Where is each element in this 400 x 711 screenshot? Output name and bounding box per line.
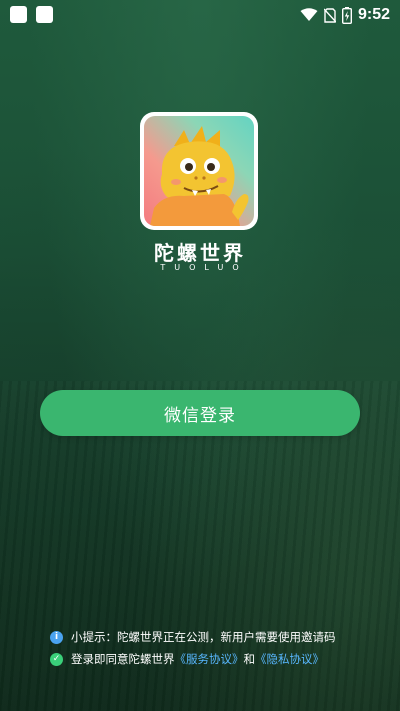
check-icon[interactable]: ✓ bbox=[50, 652, 63, 666]
hint-line: i 小提示：陀螺世界正在公测，新用户需要使用邀请码 bbox=[50, 626, 390, 648]
status-icons: 9:52 bbox=[300, 4, 390, 26]
app-logo bbox=[140, 112, 258, 230]
agreement-line: ✓ 登录即同意陀螺世界 《服务协议》 和 《隐私协议》 bbox=[50, 648, 390, 670]
status-bar: 9:52 bbox=[0, 0, 400, 30]
wifi-icon bbox=[300, 8, 318, 21]
dinosaur-mascot-icon bbox=[144, 116, 254, 226]
notification-square-icon bbox=[36, 6, 53, 23]
battery-charging-icon bbox=[341, 6, 352, 24]
login-screen: 9:52 陀螺世界 TUOLUO 微信登录 i 小提示：陀螺世界正在公测，新用户… bbox=[0, 0, 400, 711]
login-notes: i 小提示：陀螺世界正在公测，新用户需要使用邀请码 ✓ 登录即同意陀螺世界 《服… bbox=[50, 626, 390, 670]
notification-square-icon bbox=[10, 6, 27, 23]
app-name-latin: TUOLUO bbox=[160, 263, 248, 272]
agreement-and: 和 bbox=[243, 652, 256, 666]
app-name: 陀螺世界 bbox=[154, 241, 246, 265]
wechat-login-button[interactable]: 微信登录 bbox=[40, 390, 360, 436]
hint-text: 小提示：陀螺世界正在公测，新用户需要使用邀请码 bbox=[71, 630, 336, 644]
service-agreement-link[interactable]: 《服务协议》 bbox=[175, 651, 244, 667]
agreement-prefix: 登录即同意陀螺世界 bbox=[71, 652, 175, 666]
privacy-agreement-link[interactable]: 《隐私协议》 bbox=[255, 651, 324, 667]
info-icon: i bbox=[50, 630, 63, 644]
status-time: 9:52 bbox=[357, 6, 390, 23]
no-sim-icon bbox=[323, 7, 336, 23]
